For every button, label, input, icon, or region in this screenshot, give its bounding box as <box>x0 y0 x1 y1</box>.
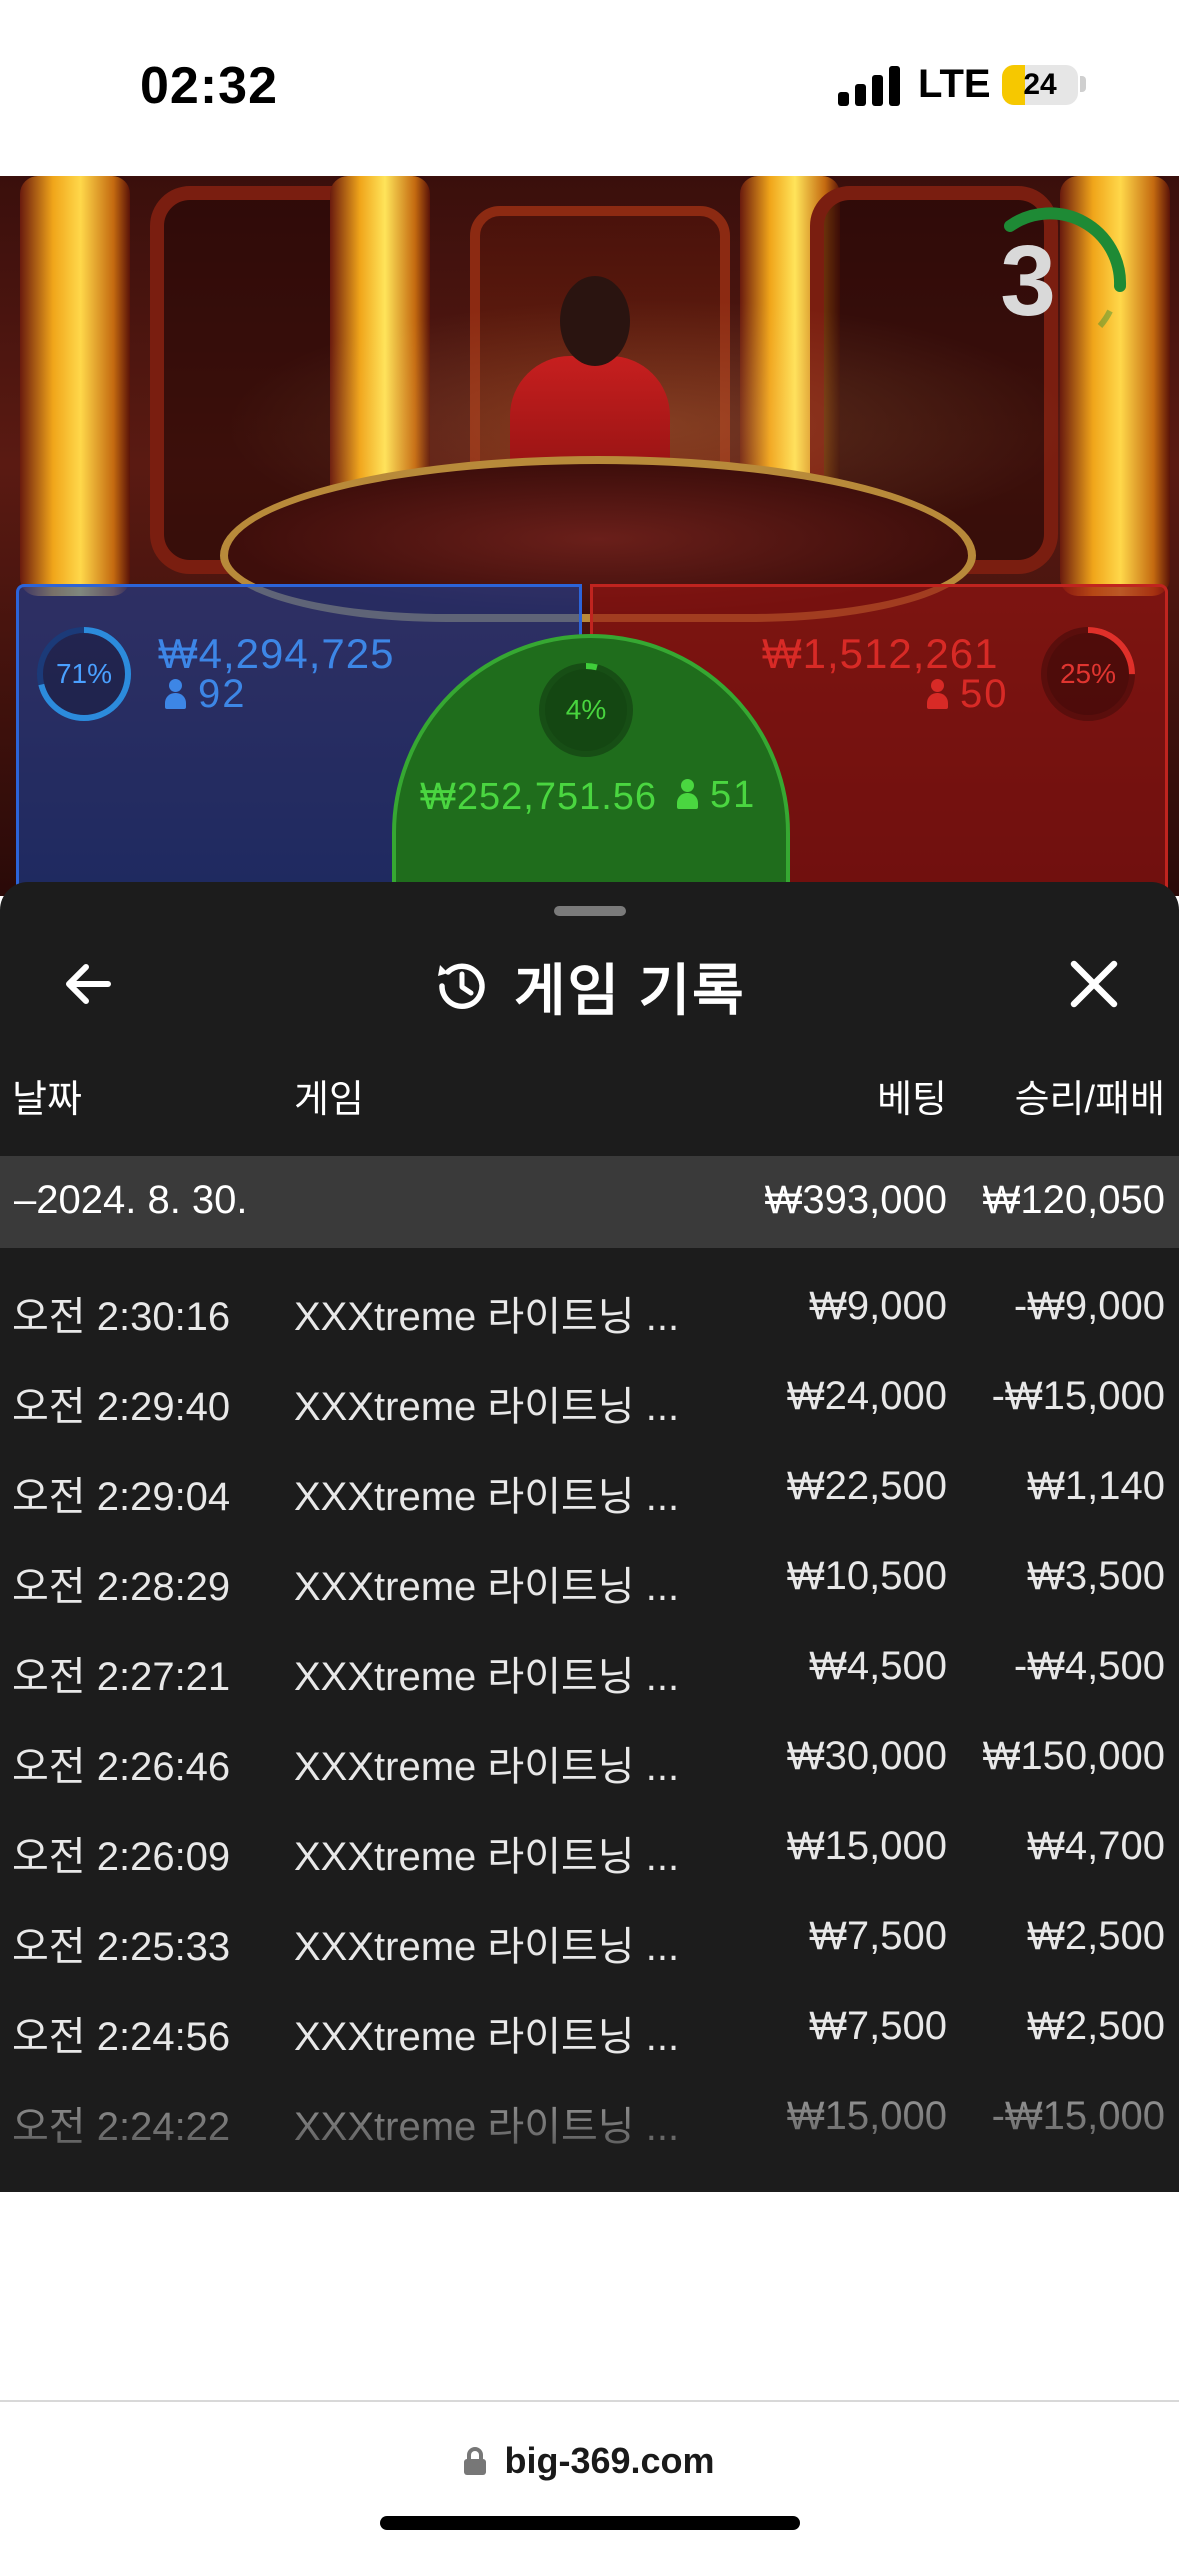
person-icon <box>164 679 186 709</box>
row-result: ₩2,500 <box>1027 1914 1165 1958</box>
row-game: XXXtreme 라이트닝 ... <box>294 1565 680 1609</box>
row-time: 오전 2:30:16 <box>12 1295 231 1339</box>
row-game: XXXtreme 라이트닝 ... <box>294 1475 680 1519</box>
battery-tip <box>1080 76 1086 92</box>
close-button[interactable] <box>1062 952 1126 1016</box>
row-result: ₩4,700 <box>1027 1824 1165 1868</box>
date-group-bet-total: ₩393,000 <box>764 1178 947 1222</box>
countdown-timer: 3 <box>1000 207 1127 340</box>
browser-address-bar[interactable]: big-369.com <box>0 2400 1179 2558</box>
address-display[interactable]: big-369.com <box>0 2440 1179 2482</box>
row-game: XXXtreme 라이트닝 ... <box>294 1385 680 1429</box>
row-bet: ₩7,500 <box>809 1914 947 1958</box>
table-row[interactable]: 오전 2:28:29 XXXtreme 라이트닝 ... ₩10,500 ₩3,500 <box>0 1518 1179 1609</box>
row-bet: ₩15,000 <box>786 1824 947 1868</box>
back-button[interactable] <box>56 952 120 1016</box>
row-bet: ₩10,500 <box>786 1554 947 1598</box>
row-time: 오전 2:26:46 <box>12 1745 231 1789</box>
col-date: 날짜 <box>12 1079 82 1121</box>
arrow-left-icon <box>66 964 111 1004</box>
sheet-header: 게임 기록 <box>430 946 746 1026</box>
date-group-row[interactable]: –2024. 8. 30. ₩393,000 ₩120,050 <box>0 1156 1179 1248</box>
countdown-value: 3 <box>1000 225 1056 337</box>
row-bet: ₩24,000 <box>786 1374 947 1418</box>
row-time: 오전 2:28:29 <box>12 1565 231 1609</box>
decor-pillar <box>20 176 130 596</box>
tie-percent-ring: 4% <box>536 660 636 760</box>
tie-bet-amount: ₩252,751.56 <box>420 776 658 818</box>
game-history-sheet: 게임 기록 날짜 게임 베팅 승리/패배 –2024. 8. 30. ₩393,… <box>0 882 1179 2192</box>
tie-count: 51 <box>676 774 756 817</box>
table-row[interactable]: 오전 2:26:09 XXXtreme 라이트닝 ... ₩15,000 ₩4,700 <box>0 1788 1179 1879</box>
row-bet: ₩30,000 <box>786 1734 947 1778</box>
url-text: big-369.com <box>504 2440 715 2481</box>
row-result: -₩9,000 <box>1013 1284 1165 1328</box>
status-time: 02:32 <box>140 57 278 115</box>
sheet-title: 게임 기록 <box>514 958 746 1022</box>
col-bet: 베팅 <box>877 1079 947 1121</box>
row-result: ₩1,140 <box>1027 1464 1165 1508</box>
row-bet: ₩22,500 <box>786 1464 947 1508</box>
col-result: 승리/패배 <box>1014 1079 1165 1121</box>
battery-level: 24 <box>1023 68 1057 101</box>
row-game: XXXtreme 라이트닝 ... <box>294 1835 680 1879</box>
player-percent: 71% <box>55 658 113 689</box>
battery-icon: 24 <box>1002 65 1078 105</box>
close-icon <box>1070 960 1118 1008</box>
col-game: 게임 <box>294 1079 364 1121</box>
row-time: 오전 2:27:21 <box>12 1655 231 1699</box>
row-result: ₩3,500 <box>1027 1554 1165 1598</box>
row-game: XXXtreme 라이트닝 ... <box>294 1745 680 1789</box>
row-bet: ₩4,500 <box>809 1644 947 1688</box>
table-row[interactable]: 오전 2:29:40 XXXtreme 라이트닝 ... ₩24,000 -₩15,0… <box>0 1338 1179 1429</box>
row-result: ₩150,000 <box>982 1734 1165 1778</box>
row-game: XXXtreme 라이트닝 ... <box>294 1925 680 1969</box>
table-row[interactable]: 오전 2:27:21 XXXtreme 라이트닝 ... ₩4,500 -₩4,500 <box>0 1608 1179 1699</box>
row-game: XXXtreme 라이트닝 ... <box>294 1295 680 1339</box>
status-bar: 02:32 LTE 24 <box>0 0 1179 176</box>
banker-count-value: 50 <box>960 672 1009 716</box>
row-time: 오전 2:25:33 <box>12 1925 231 1969</box>
player-count-value: 92 <box>198 672 247 716</box>
row-result: -₩4,500 <box>1013 1644 1165 1688</box>
player-percent-ring: 71% <box>34 624 134 724</box>
tie-count-value: 51 <box>710 774 757 816</box>
row-result: -₩15,000 <box>991 1374 1165 1418</box>
table-row[interactable]: 오전 2:25:33 XXXtreme 라이트닝 ... ₩7,500 ₩2,500 <box>0 1878 1179 1969</box>
row-bet: ₩7,500 <box>809 2004 947 2048</box>
history-icon <box>438 963 485 1009</box>
banker-percent: 25% <box>1059 658 1117 689</box>
history-list: 오전 2:30:16 XXXtreme 라이트닝 ... ₩9,000 -₩9,000… <box>0 1248 1179 2149</box>
signal-icon <box>838 66 902 106</box>
row-result: ₩2,500 <box>1027 2004 1165 2048</box>
banker-percent-ring: 25% <box>1038 624 1138 724</box>
player-bet-amount: ₩4,294,725 <box>158 630 395 677</box>
date-group-label: –2024. 8. 30. <box>14 1178 248 1222</box>
row-game: XXXtreme 라이트닝 ... <box>294 1655 680 1699</box>
row-game: XXXtreme 라이트닝 ... <box>294 2015 680 2059</box>
table-row[interactable]: 오전 2:29:04 XXXtreme 라이트닝 ... ₩22,500 ₩1,140 <box>0 1428 1179 1519</box>
table-header: 날짜 게임 베팅 승리/패배 <box>0 1058 1179 1122</box>
table-row[interactable]: 오전 2:30:16 XXXtreme 라이트닝 ... ₩9,000 -₩9,000 <box>0 1248 1179 1339</box>
sheet-drag-handle[interactable] <box>554 906 626 916</box>
dealer-head <box>560 276 630 366</box>
row-time: 오전 2:26:09 <box>12 1835 231 1879</box>
home-indicator[interactable] <box>380 2516 800 2530</box>
banker-count: 50 <box>926 672 1009 717</box>
row-time: 오전 2:24:56 <box>12 2015 231 2059</box>
table-row[interactable]: 오전 2:24:56 XXXtreme 라이트닝 ... ₩7,500 ₩2,500 <box>0 1968 1179 2059</box>
network-type: LTE <box>918 62 991 106</box>
player-count: 92 <box>164 672 247 717</box>
date-group-result-total: ₩120,050 <box>982 1178 1165 1222</box>
banker-bet-amount: ₩1,512,261 <box>762 630 999 677</box>
row-time: 오전 2:29:40 <box>12 1385 231 1429</box>
tie-percent: 4% <box>565 694 607 725</box>
list-fade-overlay <box>0 2104 1179 2192</box>
lock-icon <box>464 2447 487 2475</box>
row-bet: ₩9,000 <box>809 1284 947 1328</box>
table-row[interactable]: 오전 2:26:46 XXXtreme 라이트닝 ... ₩30,000 ₩150,0… <box>0 1698 1179 1789</box>
row-time: 오전 2:29:04 <box>12 1475 231 1519</box>
person-icon <box>926 679 948 709</box>
person-icon <box>676 779 698 809</box>
